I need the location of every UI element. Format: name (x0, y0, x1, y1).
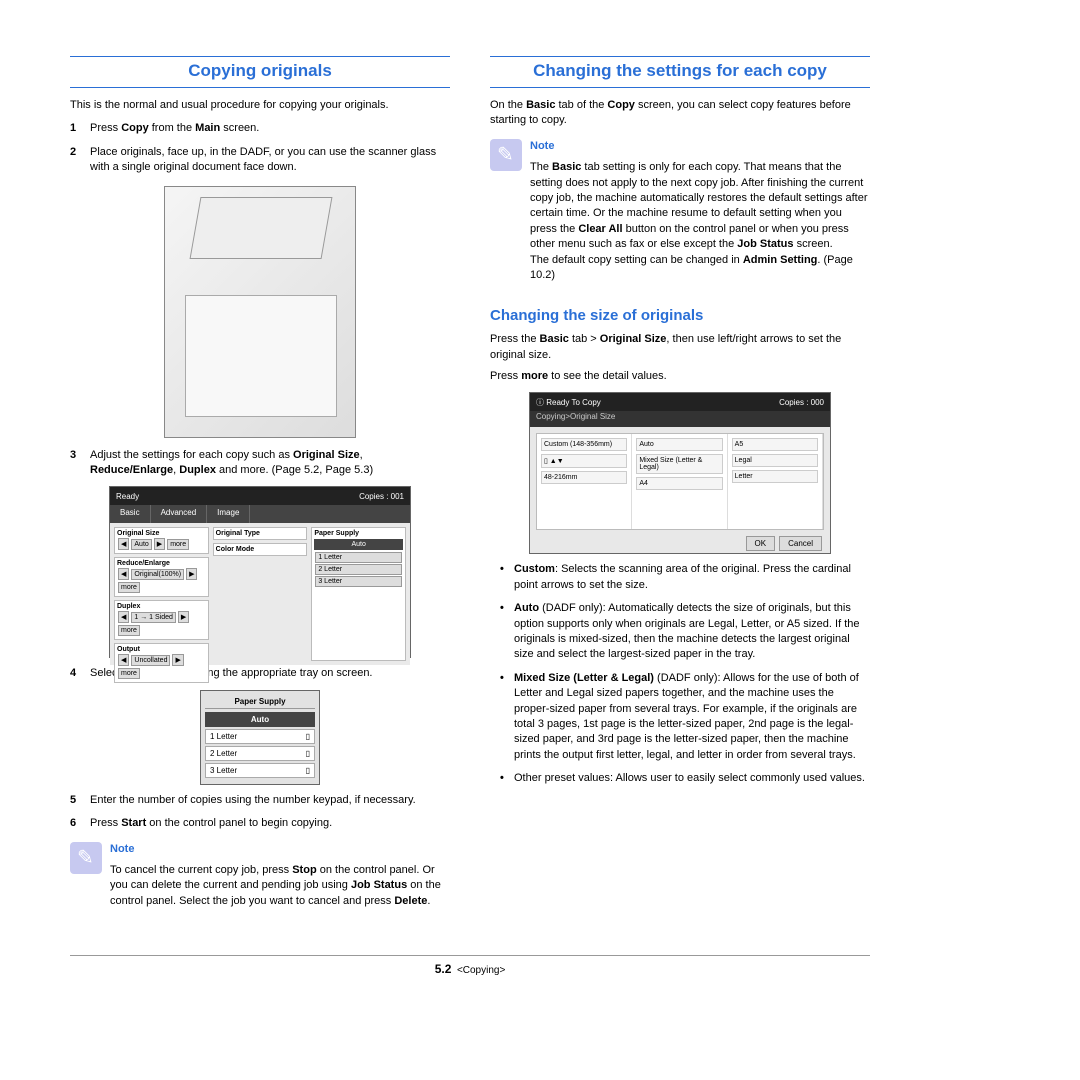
step-6: Press Start on the control panel to begi… (90, 816, 450, 831)
subheading-size: Changing the size of originals (490, 307, 870, 324)
note-icon (490, 139, 522, 171)
step-3: Adjust the settings for each copy such a… (90, 448, 450, 479)
left-column: Copying originals This is the normal and… (70, 50, 450, 925)
original-size-screen: ⓘ Ready To CopyCopies : 000 Copying>Orig… (529, 392, 831, 554)
steps-list: 1Press Copy from the Main screen. 2Place… (70, 121, 450, 175)
intro-text: This is the normal and usual procedure f… (70, 98, 450, 113)
intro-right: On the Basic tab of the Copy screen, you… (490, 98, 870, 129)
size-options-list: Custom: Selects the scanning area of the… (490, 562, 870, 786)
step-2: Place originals, face up, in the DADF, o… (90, 145, 450, 176)
right-column: Changing the settings for each copy On t… (490, 50, 870, 925)
step-5: Enter the number of copies using the num… (90, 793, 450, 808)
section-heading-settings: Changing the settings for each copy (490, 61, 870, 83)
printer-illustration (164, 186, 356, 438)
note-right: Note The Basic tab setting is only for e… (490, 139, 870, 290)
step-1: Press Copy from the Main screen. (90, 121, 450, 136)
copy-basic-screen: ReadyCopies : 001 Basic Advanced Image O… (109, 486, 411, 658)
paper-supply-panel: Paper Supply Auto 1 Letter▯ 2 Letter▯ 3 … (200, 690, 320, 785)
page-footer: 5.2 <Copying> (70, 955, 870, 976)
note-left: Note To cancel the current copy job, pre… (70, 842, 450, 916)
note-icon (70, 842, 102, 874)
section-heading-copying: Copying originals (70, 61, 450, 83)
